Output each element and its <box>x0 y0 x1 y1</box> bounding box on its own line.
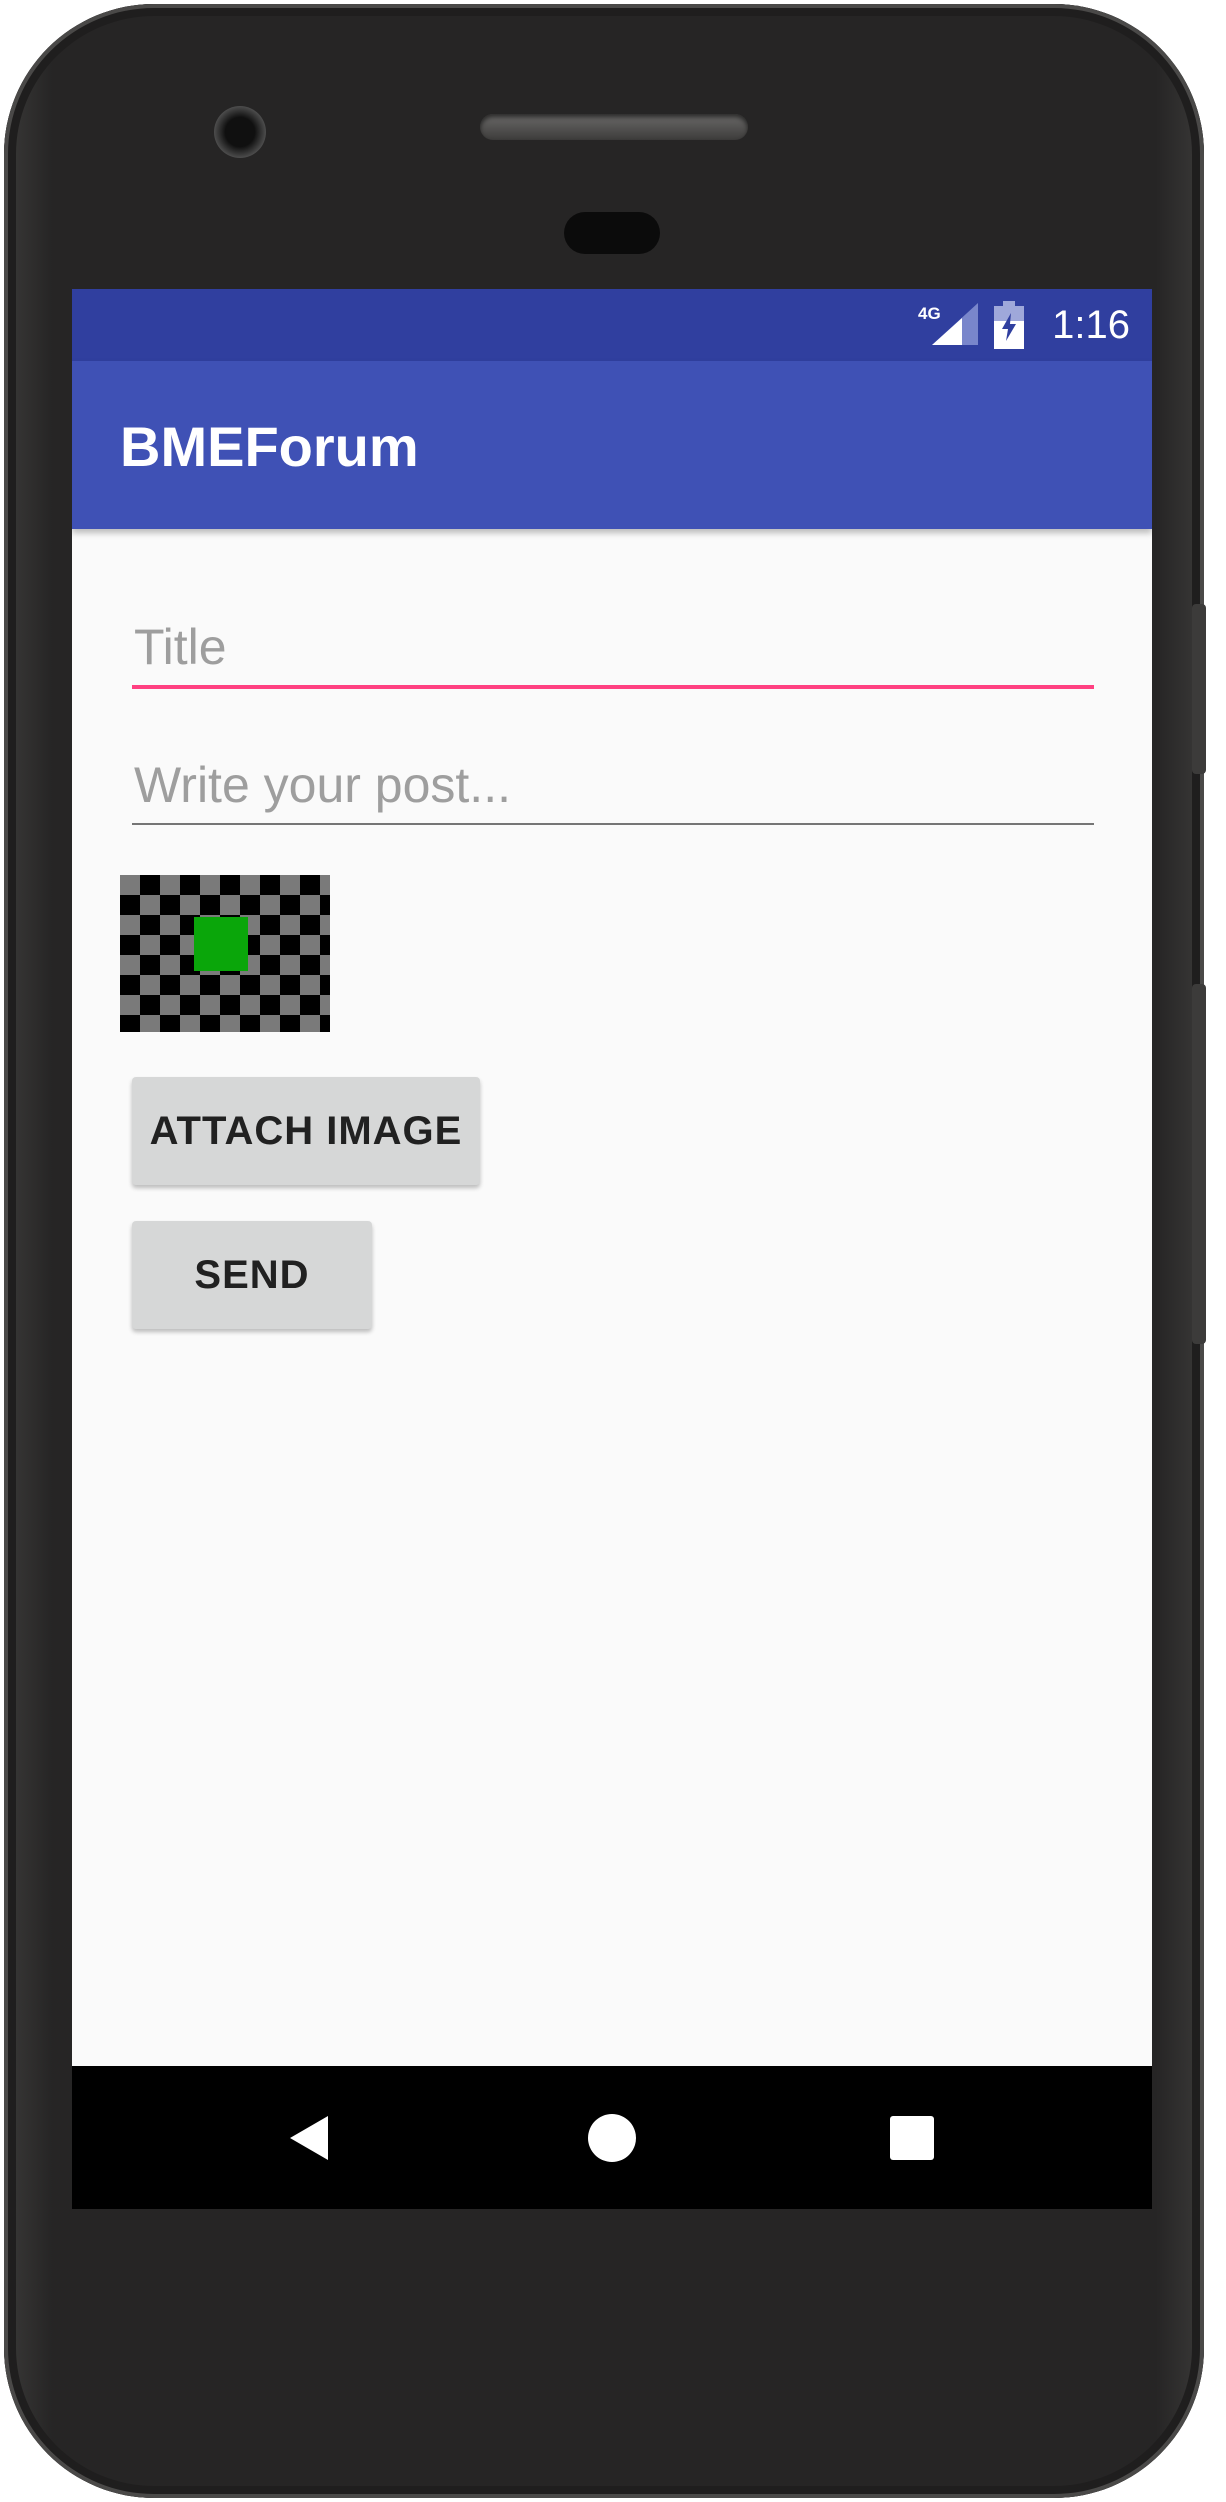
image-preview <box>120 875 330 1032</box>
app-title: BMEForum <box>120 415 419 478</box>
status-bar: 4G 1:16 <box>72 289 1152 361</box>
battery-charging-icon <box>994 301 1024 349</box>
power-button <box>1192 604 1206 774</box>
attach-image-button[interactable]: ATTACH IMAGE <box>132 1077 480 1185</box>
network-type-label: 4G <box>918 304 941 323</box>
front-camera <box>214 106 266 158</box>
earpiece-speaker <box>480 114 748 140</box>
recents-square-icon[interactable] <box>870 2096 954 2180</box>
image-preview-marker <box>194 917 248 971</box>
phone-frame: 4G 1:16 BMEForum ATTACH IMAGE SEND <box>4 4 1206 2498</box>
device-screen: 4G 1:16 BMEForum ATTACH IMAGE SEND <box>72 289 1152 2209</box>
send-button[interactable]: SEND <box>132 1221 372 1329</box>
post-input[interactable] <box>132 747 1094 825</box>
status-time: 1:16 <box>1052 303 1130 347</box>
app-bar: BMEForum <box>72 361 1152 529</box>
home-circle-icon[interactable] <box>570 2096 654 2180</box>
signal-4g-icon: 4G <box>918 303 978 345</box>
title-input[interactable] <box>132 609 1094 689</box>
navigation-bar <box>72 2066 1152 2209</box>
back-triangle-icon[interactable] <box>268 2096 352 2180</box>
volume-button <box>1192 984 1206 1344</box>
proximity-sensor <box>564 212 660 254</box>
